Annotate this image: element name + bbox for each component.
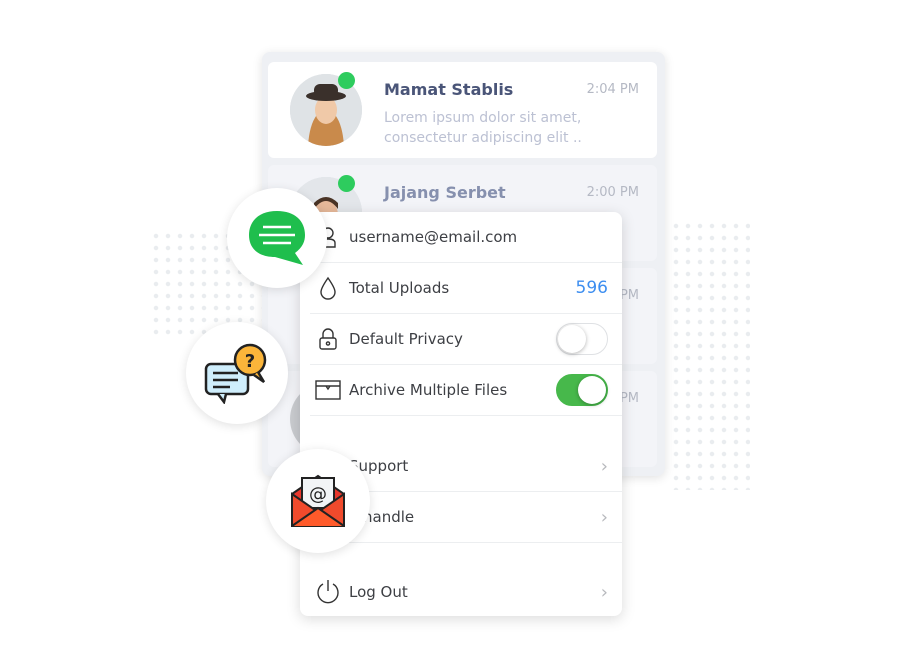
- total-uploads-row: Total Uploads 596: [310, 263, 622, 314]
- total-uploads-value: 596: [575, 278, 608, 298]
- archive-box-icon: [314, 380, 342, 400]
- chat-time: 2:04 PM: [586, 82, 639, 97]
- default-privacy-row: Default Privacy: [310, 314, 622, 365]
- archive-files-label: Archive Multiple Files: [349, 381, 508, 399]
- green-chat-icon: [249, 211, 305, 265]
- chat-name: Jajang Serbet: [384, 183, 506, 202]
- logout-row[interactable]: Log Out ›: [310, 568, 622, 616]
- archive-files-row: Archive Multiple Files: [310, 365, 622, 416]
- chevron-right-icon: ›: [600, 455, 608, 477]
- account-menu: username@email.com Total Uploads 596 Def…: [300, 212, 622, 616]
- chat-time: 2:00 PM: [586, 185, 639, 200]
- archive-files-toggle[interactable]: [556, 374, 608, 406]
- online-indicator: [338, 175, 355, 192]
- chat-item[interactable]: Mamat Stablis 2:04 PM Lorem ipsum dolor …: [268, 62, 657, 158]
- total-uploads-label: Total Uploads: [349, 279, 450, 297]
- default-privacy-label: Default Privacy: [349, 330, 463, 348]
- chat-message: Lorem ipsum dolor sit amet, consectetur …: [384, 110, 582, 146]
- power-icon: [314, 579, 342, 605]
- support-label: Support: [349, 457, 409, 475]
- svg-text:@: @: [309, 484, 327, 505]
- svg-text:?: ?: [245, 351, 255, 372]
- default-privacy-toggle[interactable]: [556, 323, 608, 355]
- question-chat-icon: ?: [204, 343, 267, 404]
- chevron-right-icon: ›: [600, 506, 608, 528]
- account-email-row: username@email.com: [310, 212, 622, 263]
- open-envelope-icon: @: [291, 474, 345, 527]
- chat-bubble-badge: [227, 188, 327, 288]
- lock-icon: [314, 327, 342, 351]
- background-dots: [670, 220, 750, 490]
- chat-name: Mamat Stablis: [384, 80, 514, 99]
- logout-label: Log Out: [349, 583, 408, 601]
- online-indicator: [338, 72, 355, 89]
- chevron-right-icon: ›: [600, 581, 608, 603]
- chat-time: PM: [619, 391, 639, 406]
- account-email: username@email.com: [349, 228, 518, 246]
- question-chat-badge: ?: [186, 322, 288, 424]
- email-badge: @: [266, 449, 370, 553]
- handle-label: handle: [363, 508, 415, 526]
- drop-icon: [314, 276, 342, 300]
- chat-time: PM: [619, 288, 639, 303]
